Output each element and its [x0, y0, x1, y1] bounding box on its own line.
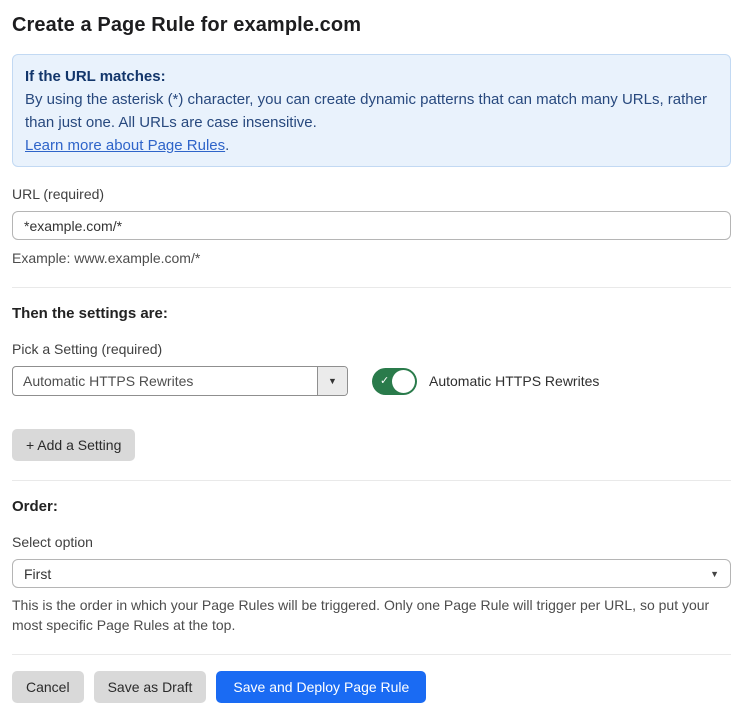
pick-setting-label: Pick a Setting (required) [12, 341, 163, 357]
settings-section-heading: Then the settings are: [12, 305, 168, 322]
chevron-down-icon: ▼ [710, 568, 719, 579]
toggle-knob [392, 369, 415, 393]
order-section-heading: Order: [12, 498, 58, 515]
setting-select-caret-button[interactable]: ▼ [317, 367, 347, 395]
https-rewrites-toggle[interactable]: ✓ [372, 367, 417, 395]
create-page-rule-form: Create a Page Rule for example.com If th… [0, 0, 743, 703]
url-match-info-box: If the URL matches: By using the asteris… [12, 54, 731, 167]
info-box-link-line: Learn more about Page Rules. [25, 134, 718, 157]
divider [12, 654, 731, 655]
order-select[interactable]: First ▼ [12, 559, 731, 588]
info-box-heading: If the URL matches: [25, 68, 166, 85]
url-field-label: URL (required) [12, 186, 105, 202]
footer-buttons: Cancel Save as Draft Save and Deploy Pag… [12, 671, 731, 703]
toggle-label: Automatic HTTPS Rewrites [429, 373, 600, 389]
url-input[interactable] [12, 211, 731, 240]
url-example-helper: Example: www.example.com/* [12, 250, 201, 266]
order-select-label: Select option [12, 534, 93, 550]
cancel-button[interactable]: Cancel [12, 671, 84, 703]
setting-select-value: Automatic HTTPS Rewrites [23, 373, 194, 389]
setting-row: Automatic HTTPS Rewrites ▼ ✓ Automatic H… [12, 366, 731, 396]
add-setting-button[interactable]: + Add a Setting [12, 429, 136, 461]
setting-toggle-group: ✓ Automatic HTTPS Rewrites [372, 367, 600, 395]
learn-more-link[interactable]: Learn more about Page Rules [25, 137, 225, 154]
save-as-draft-button[interactable]: Save as Draft [93, 671, 207, 703]
order-select-value: First [24, 565, 52, 582]
check-icon: ✓ [380, 374, 390, 387]
link-period: . [225, 137, 230, 154]
divider [12, 480, 731, 481]
divider [12, 287, 731, 288]
info-box-body: By using the asterisk (*) character, you… [25, 91, 707, 131]
page-title: Create a Page Rule for example.com [12, 14, 362, 36]
save-and-deploy-button[interactable]: Save and Deploy Page Rule [216, 671, 427, 703]
setting-select[interactable]: Automatic HTTPS Rewrites ▼ [12, 366, 348, 396]
chevron-down-icon: ▼ [328, 376, 337, 386]
order-helper-text: This is the order in which your Page Rul… [12, 597, 710, 633]
